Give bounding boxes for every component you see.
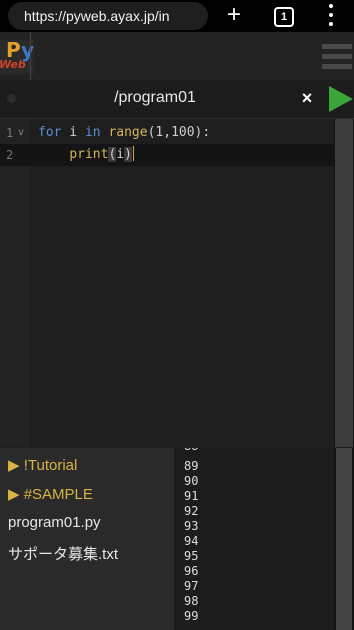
output-line: 91 (184, 489, 199, 503)
output-line: 95 (184, 549, 199, 563)
paren-token: ) (124, 147, 132, 162)
output-line: 94 (184, 534, 199, 548)
line-number: 1 (6, 126, 14, 140)
output-line: 90 (184, 474, 199, 488)
keyword-token: in (84, 125, 101, 140)
file-tab-bar: /program01 × (0, 80, 354, 119)
close-tab-button[interactable]: × (299, 88, 315, 108)
folder-tutorial[interactable]: ▶ !Tutorial (8, 456, 77, 474)
output-line: 88 (184, 448, 198, 454)
pyweb-logo[interactable]: Py Web (0, 38, 34, 74)
run-icon[interactable] (329, 86, 353, 112)
folder-sample[interactable]: ▶ #SAMPLE (8, 485, 93, 503)
output-line: 92 (184, 504, 199, 518)
tab-switcher-button[interactable]: 1 (274, 7, 294, 27)
function-token: print (69, 147, 109, 162)
header-divider (30, 32, 31, 80)
code-line[interactable]: 1 v for i in range(1,100): (0, 122, 334, 144)
app-header: Py Web (0, 32, 354, 81)
file-tree-panel: ▶ !Tutorial ▶ #SAMPLE program01.py サポータ募… (0, 448, 174, 630)
address-bar[interactable]: https://pyweb.ayax.jp/in (8, 2, 208, 30)
output-scrollbar[interactable] (336, 448, 352, 630)
menu-icon[interactable] (322, 44, 352, 76)
logo-web-text: Web (0, 58, 26, 71)
new-tab-button[interactable]: + (222, 2, 246, 30)
identifier-token: i (116, 147, 125, 162)
identifier-token: i (61, 125, 85, 140)
url-text[interactable]: https://pyweb.ayax.jp/in (24, 8, 170, 24)
code-text-token: (1,100): (147, 125, 211, 140)
editor-scrollbar[interactable] (335, 119, 353, 447)
output-line: 96 (184, 564, 199, 578)
code-line-active[interactable]: 2 print(i) (0, 144, 334, 166)
output-line: 97 (184, 579, 199, 593)
output-line: 93 (184, 519, 199, 533)
keyword-token: for (38, 125, 62, 140)
output-line: 89 (184, 459, 199, 473)
output-line: 98 (184, 594, 199, 608)
file-tab-title[interactable]: /program01 (0, 89, 310, 107)
function-token: range (100, 125, 148, 140)
output-line: 99 (184, 609, 199, 623)
fold-icon[interactable]: v (18, 122, 24, 144)
line-number: 2 (6, 148, 14, 162)
line-gutter (0, 119, 30, 447)
browser-toolbar: https://pyweb.ayax.jp/in + 1 (0, 0, 354, 32)
file-program01[interactable]: program01.py (8, 514, 101, 531)
file-supporter[interactable]: サポータ募集.txt (8, 543, 118, 564)
browser-menu-icon[interactable] (322, 4, 340, 28)
code-editor[interactable]: 1 v for i in range(1,100): 2 print(i) (0, 119, 354, 447)
text-cursor (132, 146, 134, 161)
output-console[interactable]: 88 89 90 91 92 93 94 95 96 97 98 99 (174, 448, 334, 630)
